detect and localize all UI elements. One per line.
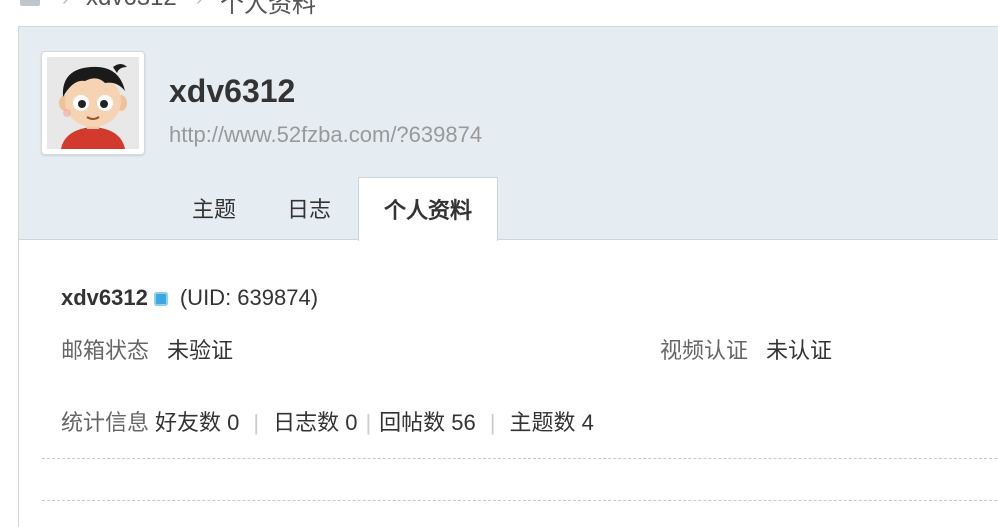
avatar[interactable] (41, 51, 145, 155)
online-status-icon (153, 292, 168, 306)
stats-row: 统计信息 好友数 0 | 日志数 0 | 回帖数 56 | 主题数 4 (61, 405, 594, 437)
stats-label: 统计信息 (61, 410, 150, 435)
video-cert-value: 未认证 (766, 338, 833, 363)
stat-friends-link[interactable]: 好友数 0 (155, 410, 239, 435)
stat-replies-link[interactable]: 回帖数 56 (379, 410, 476, 435)
stats-divider: | (365, 410, 372, 435)
email-status-row: 邮箱状态 未验证 (61, 333, 233, 365)
user-name-line: xdv6312 (UID: 639874) (61, 285, 318, 311)
email-status-value: 未验证 (167, 338, 234, 363)
video-cert-row: 视频认证 未认证 (660, 333, 832, 365)
breadcrumb-separator: › (62, 0, 69, 11)
profile-username: xdv6312 (169, 73, 296, 109)
video-cert-label: 视频认证 (660, 338, 749, 363)
breadcrumb-user-link[interactable]: xdv6312 (86, 0, 177, 12)
tab-profile[interactable]: 个人资料 (358, 177, 498, 241)
profile-homepage-link[interactable]: http://www.52fzba.com/?639874 (169, 122, 482, 148)
stats-divider: | (253, 410, 260, 435)
avatar-image (47, 57, 139, 149)
home-icon[interactable] (20, 0, 40, 6)
email-status-label: 邮箱状态 (61, 338, 150, 363)
profile-panel: xdv6312 http://www.52fzba.com/?639874 主题… (18, 26, 998, 527)
cartoon-boy-icon (47, 57, 139, 149)
stats-divider: | (489, 410, 496, 435)
tab-blog[interactable]: 日志 (264, 177, 354, 239)
uid-text: (UID: 639874) (179, 285, 319, 310)
breadcrumb-separator: › (196, 0, 203, 11)
divider-line (42, 500, 998, 501)
stat-threads-link[interactable]: 主题数 4 (509, 410, 593, 435)
tab-threads[interactable]: 主题 (169, 177, 259, 239)
info-username: xdv6312 (61, 285, 148, 310)
stat-blogs-link[interactable]: 日志数 0 (273, 410, 357, 435)
breadcrumb-current: 个人资料 (220, 0, 316, 18)
breadcrumb: › xdv6312 › 个人资料 (0, 0, 998, 28)
divider-line (42, 458, 998, 459)
profile-header: xdv6312 http://www.52fzba.com/?639874 主题… (19, 27, 998, 241)
